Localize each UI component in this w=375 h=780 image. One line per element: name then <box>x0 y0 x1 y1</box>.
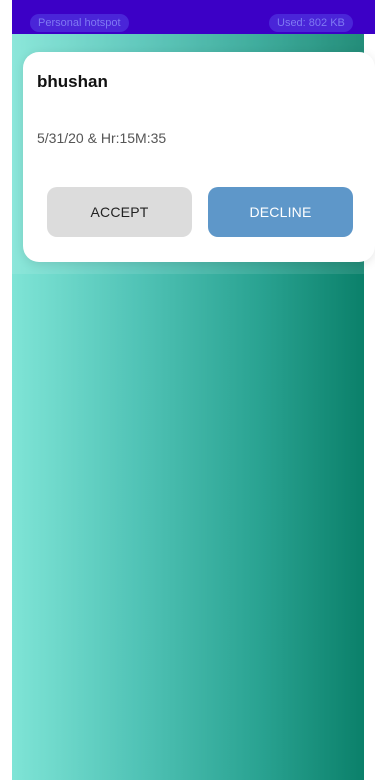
dialog-title: bhushan <box>37 72 108 91</box>
screen: Personal hotspot Used: 802 KB bhushan 5/… <box>0 0 375 780</box>
data-usage-pill: Used: 802 KB <box>269 14 353 32</box>
hotspot-status-pill: Personal hotspot <box>30 14 129 32</box>
dialog-datetime: 5/31/20 & Hr:15M:35 <box>37 130 167 146</box>
request-dialog: bhushan 5/31/20 & Hr:15M:35 ACCEPT DECLI… <box>23 52 375 262</box>
decline-button[interactable]: DECLINE <box>208 187 353 237</box>
accept-button[interactable]: ACCEPT <box>47 187 192 237</box>
status-bar: Personal hotspot Used: 802 KB <box>12 0 375 34</box>
